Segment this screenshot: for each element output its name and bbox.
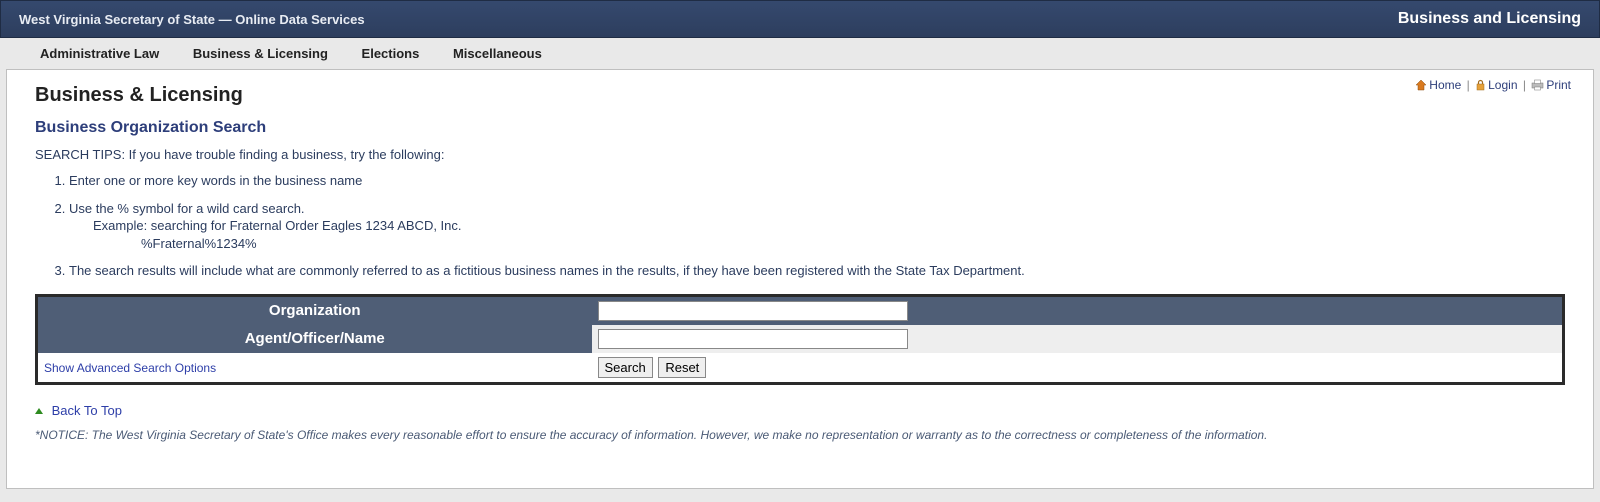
tip-2-line1: Use the % symbol for a wild card search. [69, 201, 305, 216]
tip-2-line2: Example: searching for Fraternal Order E… [93, 217, 1565, 235]
menu-item-admin-law[interactable]: Administrative Law [40, 46, 159, 61]
reset-button[interactable] [658, 357, 706, 378]
buttons-cell [592, 353, 1564, 384]
print-icon [1531, 79, 1544, 94]
menu-item-business-licensing[interactable]: Business & Licensing [193, 46, 328, 61]
lock-icon [1475, 79, 1486, 94]
separator: | [1523, 78, 1526, 92]
main-menu: Administrative Law Business & Licensing … [0, 38, 1600, 69]
home-link[interactable]: Home [1429, 78, 1461, 92]
back-to-top-link[interactable]: Back To Top [52, 403, 122, 418]
separator: | [1467, 78, 1470, 92]
search-tips-intro: SEARCH TIPS: If you have trouble finding… [35, 147, 1565, 162]
organization-input[interactable] [598, 301, 908, 321]
page-title: Business & Licensing [35, 84, 1565, 107]
agent-label: Agent/Officer/Name [37, 325, 592, 353]
tip-1: Enter one or more key words in the busin… [69, 172, 1565, 190]
agent-cell [592, 325, 1564, 353]
section-title: Business and Licensing [1398, 10, 1581, 28]
menu-item-miscellaneous[interactable]: Miscellaneous [453, 46, 542, 61]
login-link[interactable]: Login [1488, 78, 1517, 92]
agent-input[interactable] [598, 329, 908, 349]
menu-item-elections[interactable]: Elections [362, 46, 420, 61]
advanced-search-link[interactable]: Show Advanced Search Options [44, 361, 216, 375]
search-button[interactable] [598, 357, 653, 378]
back-to-top: Back To Top [35, 403, 1565, 418]
advanced-cell: Show Advanced Search Options [37, 353, 592, 384]
tip-2-line3: %Fraternal%1234% [141, 235, 1565, 253]
utility-links: Home | Login | Print [1415, 78, 1571, 94]
arrow-up-icon [35, 408, 43, 414]
home-icon [1415, 79, 1427, 94]
main-content: Home | Login | Print Business & Licensin… [6, 69, 1594, 489]
site-title: West Virginia Secretary of State — Onlin… [19, 12, 365, 27]
search-tips-list: Enter one or more key words in the busin… [69, 172, 1565, 280]
print-link[interactable]: Print [1546, 78, 1571, 92]
tip-2: Use the % symbol for a wild card search.… [69, 200, 1565, 253]
tip-3: The search results will include what are… [69, 262, 1565, 280]
search-form-table: Organization Agent/Officer/Name Show Adv… [35, 294, 1565, 385]
notice-text: *NOTICE: The West Virginia Secretary of … [35, 428, 1565, 442]
top-banner: West Virginia Secretary of State — Onlin… [0, 0, 1600, 38]
organization-cell [592, 295, 1564, 325]
page-subtitle: Business Organization Search [35, 119, 1565, 137]
organization-label: Organization [37, 295, 592, 325]
